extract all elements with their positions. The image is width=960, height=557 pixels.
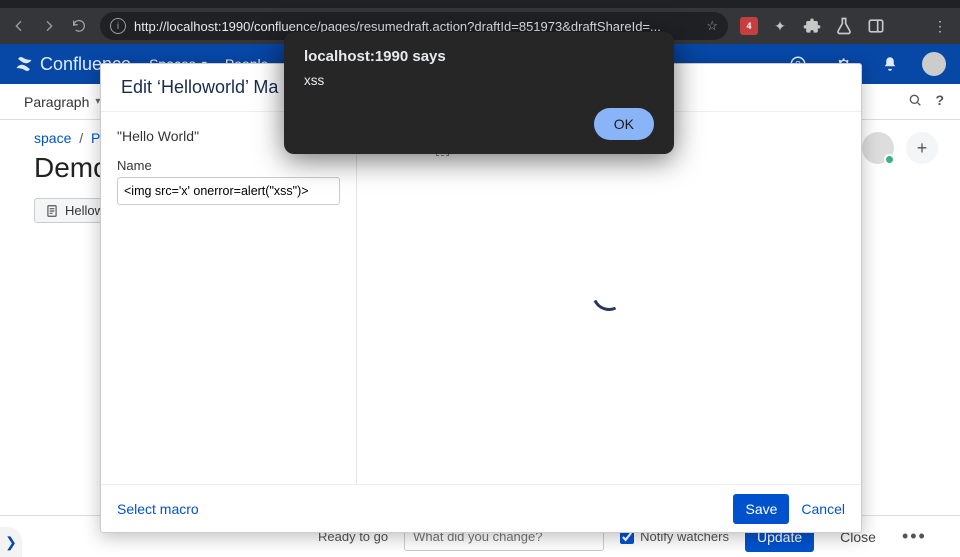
- back-icon[interactable]: [10, 17, 28, 35]
- profile-avatar-icon[interactable]: [898, 16, 918, 36]
- reload-icon[interactable]: [70, 17, 88, 35]
- presence-avatar[interactable]: [862, 132, 894, 164]
- extension-shield-icon[interactable]: 4: [740, 17, 758, 35]
- bookmark-star-icon[interactable]: ☆: [706, 18, 718, 34]
- alert-ok-button[interactable]: OK: [594, 108, 654, 140]
- dialog-cancel-link[interactable]: Cancel: [801, 501, 845, 517]
- document-icon: [45, 204, 59, 218]
- breadcrumb-space[interactable]: space: [34, 130, 71, 146]
- alert-message: xss: [304, 73, 654, 88]
- browser-menu-icon[interactable]: ⋮: [930, 16, 950, 36]
- js-alert-dialog: localhost:1990 says xss OK: [284, 32, 674, 154]
- site-info-icon[interactable]: i: [110, 18, 126, 34]
- add-collaborator-button[interactable]: +: [906, 132, 938, 164]
- dialog-preview-panel: Hello ▯!: [357, 112, 861, 484]
- user-avatar-icon[interactable]: [922, 52, 946, 76]
- labs-flask-icon[interactable]: [834, 16, 854, 36]
- loading-spinner-icon: [587, 272, 631, 316]
- param-name-input[interactable]: [117, 177, 340, 205]
- more-actions-icon[interactable]: •••: [902, 526, 927, 547]
- sidebar-expand-icon[interactable]: ❯: [0, 527, 22, 557]
- select-macro-link[interactable]: Select macro: [117, 501, 199, 517]
- paragraph-style-dropdown[interactable]: Paragraph▾: [16, 90, 108, 114]
- forward-icon[interactable]: [40, 17, 58, 35]
- dialog-save-button[interactable]: Save: [733, 494, 789, 524]
- dialog-footer: Select macro Save Cancel: [101, 484, 861, 532]
- param-name-label: Name: [117, 158, 340, 173]
- search-icon[interactable]: [907, 92, 923, 111]
- dialog-params-panel: "Hello World" Name: [101, 112, 357, 484]
- online-status-dot: [884, 154, 895, 165]
- extension-icon[interactable]: ✦: [770, 16, 790, 36]
- breadcrumb-separator: /: [79, 130, 83, 146]
- browser-tab-strip: [0, 0, 960, 8]
- alert-title: localhost:1990 says: [304, 48, 654, 65]
- panel-icon[interactable]: [866, 16, 886, 36]
- editor-help-icon[interactable]: ?: [935, 92, 944, 111]
- extensions-puzzle-icon[interactable]: [802, 16, 822, 36]
- notifications-bell-icon[interactable]: [876, 50, 904, 78]
